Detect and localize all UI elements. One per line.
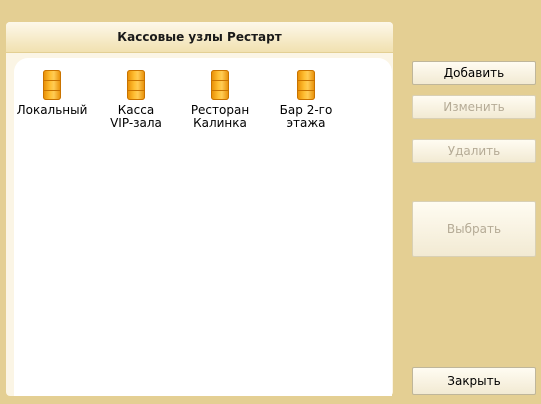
node-item-restaurant-kalinka[interactable]: Ресторан Калинка <box>182 70 258 130</box>
edit-button[interactable]: Изменить <box>412 95 536 119</box>
node-label: Локальный <box>16 103 88 117</box>
node-label: Бар 2-го этажа <box>279 103 333 130</box>
pos-nodes-panel: Кассовые узлы Рестарт Локальный Касса VI… <box>6 22 393 396</box>
node-item-local[interactable]: Локальный <box>14 70 90 117</box>
delete-button[interactable]: Удалить <box>412 139 536 163</box>
nodes-list: Локальный Касса VIP-зала Ресторан Калинк… <box>14 58 392 396</box>
node-label: Ресторан Калинка <box>190 103 250 130</box>
add-button[interactable]: Добавить <box>412 61 536 85</box>
select-button[interactable]: Выбрать <box>412 201 536 257</box>
node-label: Касса VIP-зала <box>110 103 162 130</box>
node-item-bar-2nd-floor[interactable]: Бар 2-го этажа <box>268 70 344 130</box>
panel-title: Кассовые узлы Рестарт <box>6 22 393 53</box>
database-icon <box>211 70 229 100</box>
node-item-vip-cash[interactable]: Касса VIP-зала <box>98 70 174 130</box>
database-icon <box>43 70 61 100</box>
close-button[interactable]: Закрыть <box>412 367 536 395</box>
database-icon <box>127 70 145 100</box>
database-icon <box>297 70 315 100</box>
